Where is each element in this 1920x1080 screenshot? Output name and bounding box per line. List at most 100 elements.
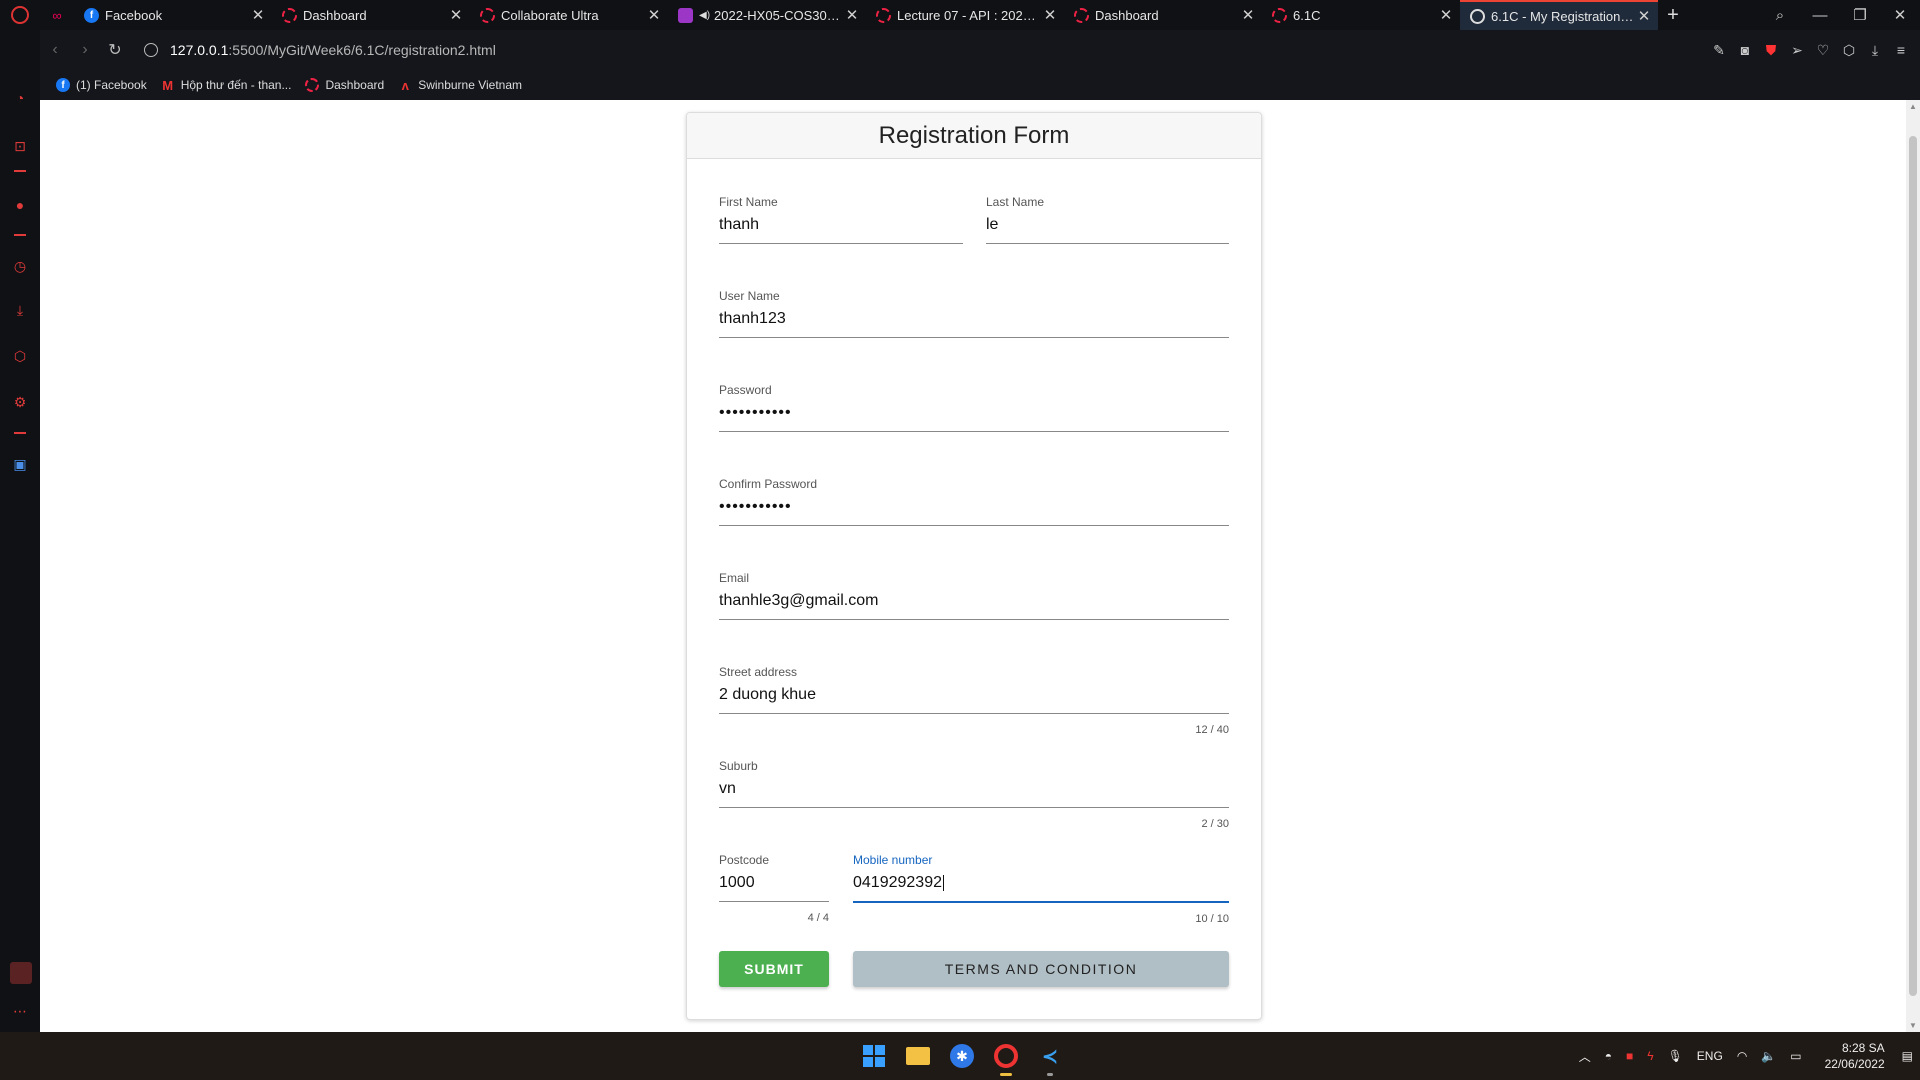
bookmark-facebook[interactable]: f (1) Facebook <box>56 78 147 92</box>
facebook-icon: f <box>84 7 99 23</box>
scroll-down-icon[interactable]: ▼ <box>1906 1021 1920 1030</box>
scroll-up-icon[interactable]: ▲ <box>1906 102 1920 111</box>
adblock-shield-icon[interactable]: ⛊ <box>1758 42 1784 59</box>
close-tab-icon[interactable]: ✕ <box>1636 7 1652 25</box>
speaker-icon[interactable]: ◀) <box>699 10 710 21</box>
page-scrollbar[interactable]: ▲ ▼ <box>1906 100 1920 1032</box>
last-name-field[interactable]: Last Name le <box>986 195 1229 244</box>
messenger-icon[interactable]: ● <box>10 195 30 215</box>
camera-icon[interactable]: ◙ <box>1732 42 1758 58</box>
submit-button[interactable]: SUBMIT <box>719 951 829 987</box>
password-label: Password <box>719 383 772 397</box>
close-tab-icon[interactable]: ✕ <box>448 6 464 24</box>
workspaces-icon[interactable]: ∞ <box>40 0 74 30</box>
cube-icon[interactable]: ⬡ <box>1836 42 1862 59</box>
mobile-number-field[interactable]: Mobile number 0419292392 10 / 10 <box>853 853 1229 925</box>
postcode-input[interactable]: 1000 <box>719 874 829 894</box>
scrollbar-thumb[interactable] <box>1909 136 1917 996</box>
close-window-icon[interactable]: ✕ <box>1880 6 1920 24</box>
suburb-input[interactable]: vn <box>719 780 1229 800</box>
forward-icon[interactable]: › <box>70 41 100 59</box>
user-name-field[interactable]: User Name thanh123 <box>719 289 1229 338</box>
tab-facebook[interactable]: f Facebook ✕ <box>74 0 272 30</box>
last-name-label: Last Name <box>986 195 1045 209</box>
menu-icon[interactable]: ≡ <box>1888 42 1914 58</box>
opera-icon <box>994 1044 1018 1068</box>
download-icon[interactable]: ⤓ <box>1862 42 1888 59</box>
history-icon[interactable]: ◷ <box>10 256 30 276</box>
opera-menu-icon[interactable] <box>0 0 40 30</box>
tab-registration-form[interactable]: 6.1C - My Registration Form ✕ <box>1460 0 1658 30</box>
reload-icon[interactable]: ↻ <box>100 40 130 60</box>
first-name-field[interactable]: First Name thanh <box>719 195 963 244</box>
sidebar-app-icon[interactable] <box>10 962 32 984</box>
url-field[interactable]: 127.0.0.1:5500/MyGit/Week6/6.1C/registra… <box>144 42 496 58</box>
close-tab-icon[interactable]: ✕ <box>250 6 266 24</box>
tab-title: Dashboard <box>303 7 367 23</box>
confirm-password-field[interactable]: Confirm Password ••••••••••• <box>719 477 1229 526</box>
close-tab-icon[interactable]: ✕ <box>1042 6 1058 24</box>
street-address-input[interactable]: 2 duong khue <box>719 686 1229 706</box>
bookmark-swinburne[interactable]: ʌ Swinburne Vietnam <box>398 77 522 93</box>
email-input[interactable]: thanhle3g@gmail.com <box>719 592 1229 612</box>
bookmark-dashboard[interactable]: Dashboard <box>305 78 384 92</box>
close-tab-icon[interactable]: ✕ <box>1240 6 1256 24</box>
chevron-up-icon[interactable]: ︿ <box>1579 1048 1591 1065</box>
new-tab-button[interactable]: + <box>1658 4 1688 27</box>
password-field[interactable]: Password ••••••••••• <box>719 383 1229 432</box>
tab-collaborate-ultra[interactable]: Collaborate Ultra ✕ <box>470 0 668 30</box>
close-tab-icon[interactable]: ✕ <box>1438 6 1454 24</box>
first-name-input[interactable]: thanh <box>719 216 963 236</box>
street-address-field[interactable]: Street address 2 duong khue 12 / 40 <box>719 665 1229 736</box>
tab-cos30043[interactable]: ◀) 2022-HX05-COS30043- ✕ <box>668 0 866 30</box>
tray-bolt-icon[interactable]: ϟ <box>1647 1049 1653 1063</box>
shopping-bag-icon[interactable]: ⊡ <box>10 136 30 156</box>
tray-app-icon[interactable]: ◓ <box>1605 1049 1612 1063</box>
restore-icon[interactable]: ❐ <box>1840 6 1880 24</box>
tab-dashboard-2[interactable]: Dashboard ✕ <box>1064 0 1262 30</box>
suburb-field[interactable]: Suburb vn 2 / 30 <box>719 759 1229 830</box>
confirm-password-input[interactable]: ••••••••••• <box>719 498 1229 518</box>
back-icon[interactable]: ‹ <box>40 41 70 59</box>
swinburne-icon: ʌ <box>401 77 409 93</box>
password-input[interactable]: ••••••••••• <box>719 404 1229 424</box>
app-snowflake-button[interactable]: ✱ <box>946 1040 978 1072</box>
settings-gear-icon[interactable]: ⚙ <box>10 392 30 412</box>
translate-icon[interactable]: ▣ <box>10 454 30 474</box>
user-name-input[interactable]: thanh123 <box>719 310 1229 330</box>
downloads-icon[interactable]: ⤓ <box>10 300 30 320</box>
microphone-icon[interactable]: 🎙 <box>1668 1049 1683 1063</box>
more-icon[interactable]: ⋯ <box>10 1001 30 1021</box>
send-icon[interactable]: ➢ <box>1784 42 1810 59</box>
clock[interactable]: 8:28 SA 22/06/2022 <box>1825 1040 1885 1072</box>
battery-icon[interactable]: ▭ <box>1790 1049 1801 1063</box>
last-name-input[interactable]: le <box>986 216 1229 236</box>
language-indicator[interactable]: ENG <box>1697 1049 1723 1063</box>
close-tab-icon[interactable]: ✕ <box>646 6 662 24</box>
minimize-icon[interactable]: — <box>1800 7 1840 24</box>
notifications-icon[interactable]: ▤ <box>1902 1049 1913 1063</box>
bookmark-gmail[interactable]: M Hộp thư đến - than... <box>161 78 291 93</box>
wifi-icon[interactable]: ◠ <box>1737 1049 1747 1063</box>
edit-icon[interactable]: ✎ <box>1706 42 1732 59</box>
url-path: :5500/MyGit/Week6/6.1C/registration2.htm… <box>228 42 496 58</box>
email-field[interactable]: Email thanhle3g@gmail.com <box>719 571 1229 620</box>
tab-dashboard[interactable]: Dashboard ✕ <box>272 0 470 30</box>
terms-and-condition-button[interactable]: TERMS AND CONDITION <box>853 951 1229 987</box>
postcode-field[interactable]: Postcode 1000 4 / 4 <box>719 853 829 924</box>
close-tab-icon[interactable]: ✕ <box>844 6 860 24</box>
volume-icon[interactable]: 🔈 <box>1761 1049 1776 1063</box>
heart-icon[interactable]: ♡ <box>1810 42 1836 59</box>
file-explorer-button[interactable] <box>902 1040 934 1072</box>
mobile-number-input[interactable]: 0419292392 <box>853 874 1229 894</box>
extensions-icon[interactable]: ⬡ <box>10 346 30 366</box>
tab-lecture-07[interactable]: Lecture 07 - API : 2022-HX0 ✕ <box>866 0 1064 30</box>
site-info-icon[interactable] <box>144 43 158 57</box>
speed-dial-icon[interactable]: ◔ <box>10 88 30 108</box>
tray-record-icon[interactable]: ■ <box>1626 1049 1633 1063</box>
vscode-taskbar-button[interactable]: ≺ <box>1034 1040 1066 1076</box>
search-tabs-icon[interactable]: ⌕ <box>1760 7 1800 24</box>
tab-6-1c[interactable]: 6.1C ✕ <box>1262 0 1460 30</box>
start-button[interactable] <box>858 1040 890 1072</box>
opera-taskbar-button[interactable] <box>990 1040 1022 1076</box>
